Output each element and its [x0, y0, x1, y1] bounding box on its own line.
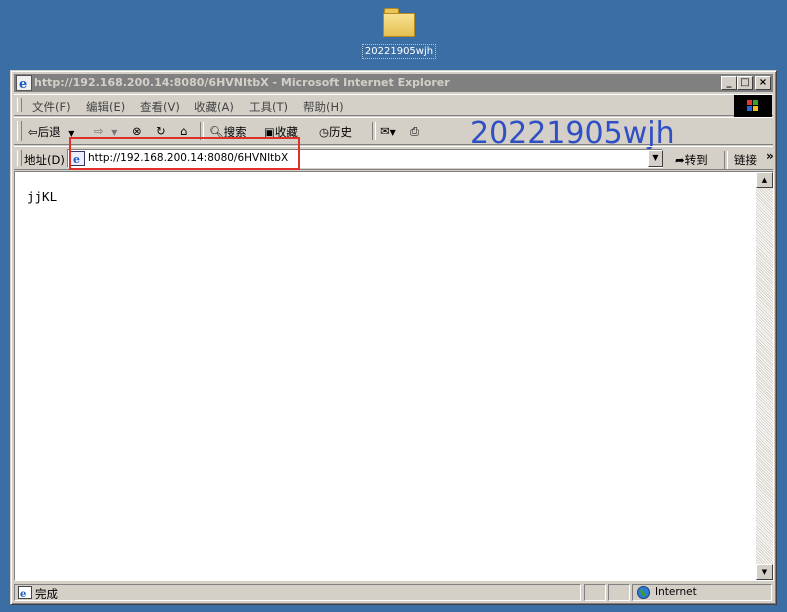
home-button[interactable]: ⌂: [180, 124, 187, 138]
status-main-panel: e 完成: [14, 584, 581, 601]
address-separator: [724, 151, 728, 169]
desktop-folder-icon[interactable]: 20221905wjh: [358, 4, 440, 59]
url-highlight-box: [69, 137, 300, 170]
page-text: jjKL: [27, 189, 58, 204]
refresh-button[interactable]: ↻: [156, 124, 166, 138]
forward-button[interactable]: ⇨ ▼: [94, 124, 117, 138]
history-button[interactable]: ◷历史: [319, 124, 352, 140]
ie-logo-icon: e: [16, 75, 32, 91]
status-panel: [584, 584, 606, 601]
page-done-icon: e: [18, 586, 32, 599]
menu-bar: 文件(F) 编辑(E) 查看(V) 收藏(A) 工具(T) 帮助(H): [14, 94, 773, 117]
maximize-button[interactable]: □: [737, 76, 753, 90]
windows-logo-icon: [734, 95, 772, 117]
desktop-folder-label: 20221905wjh: [361, 44, 437, 59]
scroll-down-button[interactable]: ▼: [756, 564, 773, 580]
menu-favorites[interactable]: 收藏(A): [194, 99, 234, 115]
back-button[interactable]: ⇦后退 ▼: [28, 124, 74, 140]
links-button[interactable]: 链接: [734, 152, 757, 168]
zone-text: Internet: [655, 586, 697, 598]
go-arrow-icon: ➦: [675, 153, 685, 167]
menu-edit[interactable]: 编辑(E): [86, 99, 125, 115]
go-button[interactable]: ➦转到: [675, 152, 708, 168]
folder-icon: [383, 8, 415, 37]
menu-file[interactable]: 文件(F): [32, 99, 71, 115]
back-arrow-icon: ⇦: [28, 125, 38, 139]
address-label: 地址(D): [24, 153, 65, 167]
vertical-scrollbar[interactable]: ▲ ▼: [756, 172, 773, 580]
globe-icon: [637, 586, 650, 599]
status-text: 完成: [35, 587, 58, 601]
stop-button[interactable]: ⊗: [132, 124, 142, 138]
svg-text:e: e: [19, 77, 27, 91]
status-panel: [608, 584, 630, 601]
toolbar-separator: [372, 122, 376, 140]
status-bar: e 完成 Internet: [14, 583, 773, 603]
refresh-icon: ↻: [156, 124, 166, 138]
mail-button[interactable]: ✉▼: [380, 124, 396, 138]
print-icon: ⎙: [410, 124, 420, 138]
forward-dropdown-icon[interactable]: ▼: [111, 128, 117, 137]
menu-view[interactable]: 查看(V): [140, 99, 180, 115]
status-zone-panel: Internet: [632, 584, 772, 601]
print-button[interactable]: ⎙: [410, 124, 419, 139]
mail-dropdown-icon[interactable]: ▼: [390, 128, 396, 137]
svg-text:e: e: [20, 589, 26, 599]
stop-icon: ⊗: [132, 124, 142, 138]
scroll-up-button[interactable]: ▲: [756, 172, 773, 188]
page-content: jjKL ▲ ▼: [14, 171, 774, 581]
menu-tools[interactable]: 工具(T): [249, 99, 288, 115]
back-label: 后退: [37, 125, 61, 139]
history-label: 历史: [329, 125, 353, 139]
menu-grip[interactable]: [17, 98, 22, 112]
toolbar-grip[interactable]: [17, 121, 22, 141]
mail-icon: ✉: [380, 124, 390, 138]
address-dropdown-button[interactable]: ▼: [648, 150, 663, 167]
go-label: 转到: [684, 153, 708, 167]
close-button[interactable]: ×: [755, 76, 771, 90]
chevron-right-icon[interactable]: »: [766, 149, 774, 163]
home-icon: ⌂: [180, 124, 188, 138]
title-bar[interactable]: e http://192.168.200.14:8080/6HVNItbX - …: [14, 74, 773, 92]
minimize-button[interactable]: _: [721, 76, 737, 90]
history-icon: ◷: [319, 125, 330, 139]
address-grip[interactable]: [17, 150, 22, 166]
forward-arrow-icon: ⇨: [94, 124, 104, 138]
window-title: http://192.168.200.14:8080/6HVNItbX - Mi…: [34, 76, 450, 89]
menu-help[interactable]: 帮助(H): [303, 99, 344, 115]
ie-window: e http://192.168.200.14:8080/6HVNItbX - …: [10, 70, 777, 605]
